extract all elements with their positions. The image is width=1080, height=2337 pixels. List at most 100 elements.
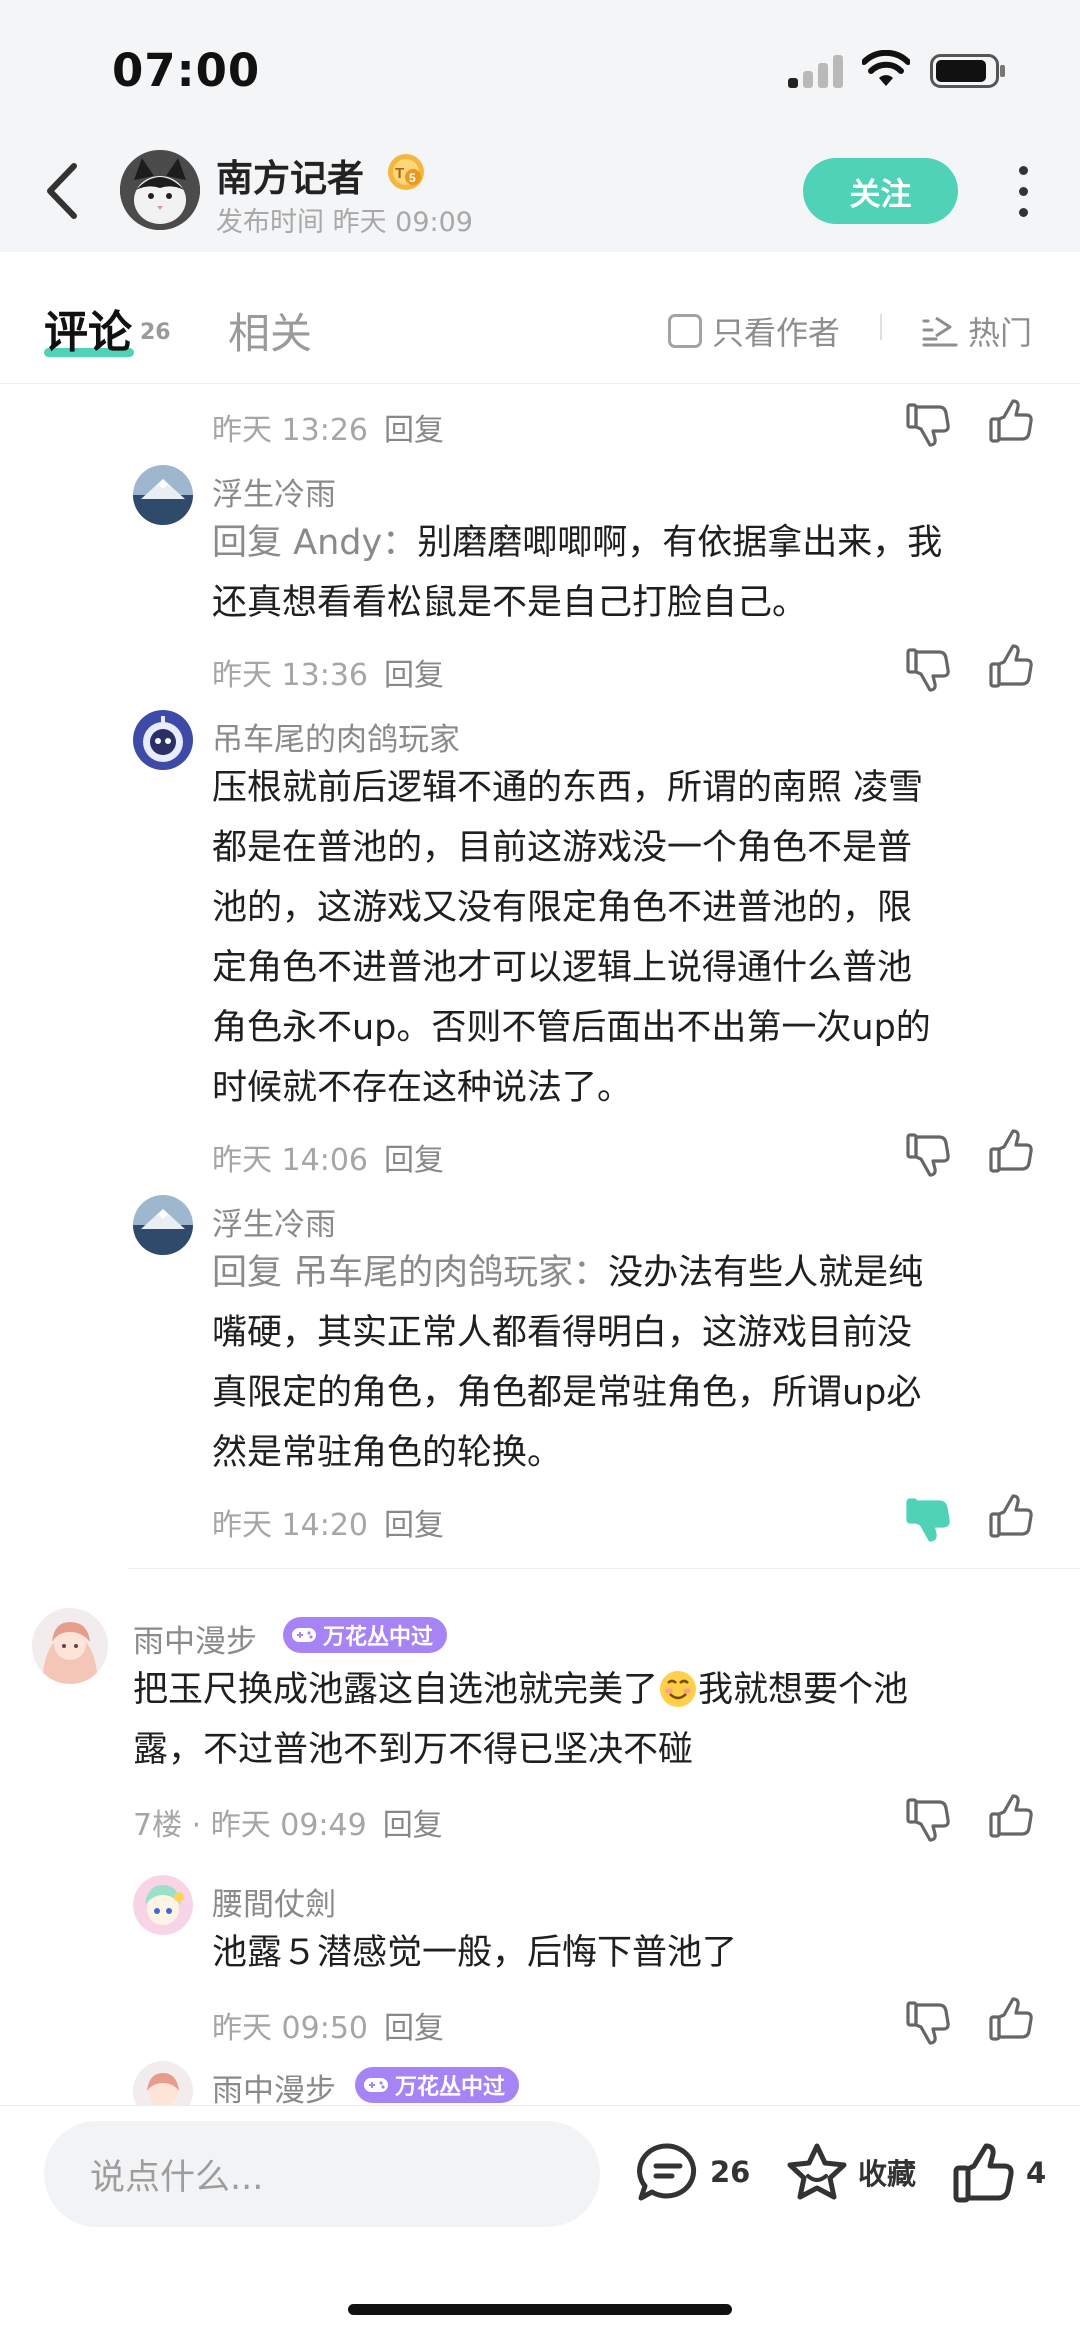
publish-time: 发布时间 昨天 09:09 <box>216 207 473 238</box>
gamepad-icon <box>292 1628 316 1642</box>
user-tag-label: 万花丛中过 <box>395 2075 506 2100</box>
like-icon[interactable] <box>988 1129 1034 1175</box>
dislike-icon[interactable] <box>905 401 951 447</box>
comment-text: 真限定的角色，角色都是常驻角色，所谓up必 <box>212 1373 922 1413</box>
like-count: 4 <box>1026 2156 1047 2190</box>
comment-text: 池露５潜感觉一般，后悔下普池了 <box>212 1933 738 1973</box>
comment-username[interactable]: 浮生冷雨 <box>212 1199 336 1244</box>
like-icon[interactable] <box>988 1997 1034 2043</box>
comments-count: 26 <box>710 2155 751 2189</box>
comment-meta: 7楼 · 昨天 09:49 回复 <box>133 1800 443 1844</box>
sort-label: 热门 <box>968 314 1033 352</box>
comment-text: 别磨磨唧唧啊，有依据拿出来，我 <box>417 523 943 563</box>
user-avatar[interactable] <box>133 1195 193 1255</box>
comment-username[interactable]: 雨中漫步 <box>212 2065 336 2105</box>
author-only-toggle[interactable]: 只看作者 <box>668 308 840 354</box>
user-avatar[interactable] <box>32 1608 108 1684</box>
home-indicator <box>348 2304 732 2315</box>
comment-text: 我就想要个池 <box>698 1670 909 1710</box>
comment-text: 时候就不存在这种说法了。 <box>212 1068 633 1108</box>
comment-text: 露，不过普池不到万不得已坚决不碰 <box>133 1730 694 1770</box>
comments-button[interactable]: 26 <box>636 2142 750 2202</box>
comment-text: 没办法有些人就是纯 <box>608 1253 924 1293</box>
comment-username[interactable]: 腰間仗劍 <box>212 1879 336 1924</box>
user-tag-label: 万花丛中过 <box>323 1625 434 1650</box>
reply-button[interactable]: 回复 <box>384 658 444 693</box>
comment-body: 回复 吊车尾的肉鸽玩家：没办法有些人就是纯 嘴硬，其实正常人都看得明白，这游戏目… <box>212 1243 1052 1483</box>
comment-body: 压根就前后逻辑不通的东西，所谓的南照 凌雪 都是在普池的，目前这游戏没一个角色不… <box>212 758 1052 1118</box>
comment-text: 把玉尺换成池露这自选池就完美了 <box>133 1670 659 1710</box>
comment-time: 昨天 14:06 <box>212 1143 368 1178</box>
comment-bubble-icon <box>637 2143 697 2201</box>
comment-meta: 昨天 14:06 回复 <box>212 1135 444 1179</box>
comment-username[interactable]: 吊车尾的肉鸽玩家 <box>212 714 460 759</box>
comment-body: 回复 Andy：别磨磨唧唧啊，有依据拿出来，我 还真想看看松鼠是不是自己打脸自己… <box>212 513 1052 633</box>
reply-button[interactable]: 回复 <box>384 1508 444 1543</box>
svg-text:5: 5 <box>409 171 416 185</box>
tab-comments[interactable]: 评论 <box>44 296 132 360</box>
reply-prefix: 回复 Andy： <box>212 523 418 563</box>
reply-button[interactable]: 回复 <box>384 2011 444 2046</box>
user-tag: 万花丛中过 <box>355 2067 520 2103</box>
dislike-icon[interactable] <box>905 646 951 692</box>
like-icon[interactable] <box>988 1494 1034 1540</box>
author-name[interactable]: 南方记者 <box>216 148 364 202</box>
star-icon <box>787 2143 847 2200</box>
comment-time: 昨天 13:36 <box>212 658 368 693</box>
comment-feed[interactable]: 昨天 13:26 回复 浮生冷雨 回复 Andy：别磨磨唧唧啊，有依据拿出来，我 … <box>0 385 1080 2105</box>
back-icon[interactable] <box>40 158 86 224</box>
dislike-icon[interactable] <box>905 1999 951 2045</box>
comment-username[interactable]: 雨中漫步 <box>133 1616 257 1661</box>
comment-text: 压根就前后逻辑不通的东西，所谓的南照 凌雪 <box>212 768 924 808</box>
follow-button[interactable]: 关注 <box>803 158 958 224</box>
reply-button[interactable]: 回复 <box>384 1143 444 1178</box>
favorite-button[interactable]: 收藏 <box>786 2142 916 2202</box>
comment-text: 然是常驻角色的轮换。 <box>212 1433 563 1473</box>
comment-body: 池露５潜感觉一般，后悔下普池了 <box>212 1923 1052 1983</box>
comment-time: 7楼 · 昨天 09:49 <box>133 1808 367 1843</box>
svg-text:T: T <box>395 165 404 182</box>
user-tag: 万花丛中过 <box>283 1617 448 1653</box>
comment-text: 池的，这游戏又没有限定角色不进普池的，限 <box>212 888 913 928</box>
divider <box>880 314 882 340</box>
favorite-label: 收藏 <box>858 2157 917 2191</box>
user-avatar[interactable] <box>133 1875 193 1935</box>
checkbox-icon[interactable] <box>668 314 702 348</box>
dislike-icon[interactable] <box>905 1796 951 1842</box>
user-avatar[interactable] <box>133 710 193 770</box>
dislike-icon[interactable] <box>905 1131 951 1177</box>
top-bar: 07:00 南方记者 T 5 发布时间 昨天 09:09 关注 <box>0 0 1080 252</box>
dislike-icon-active[interactable] <box>905 1496 951 1542</box>
comment-input[interactable]: 说点什么... <box>44 2121 600 2227</box>
thumbs-up-icon <box>953 2143 1014 2203</box>
comment-time: 昨天 14:20 <box>212 1508 368 1543</box>
author-avatar[interactable] <box>120 150 200 230</box>
more-icon[interactable] <box>1010 166 1036 218</box>
thread-divider <box>128 1568 1080 1569</box>
reply-button[interactable]: 回复 <box>383 1808 443 1843</box>
comment-meta: 昨天 13:26 回复 <box>212 405 444 449</box>
comment-body: 把玉尺换成池露这自选池就完美了 我就想要个池 露，不过普池不到万不得已坚决不碰 <box>133 1660 1053 1780</box>
smile-emoji-icon <box>660 1671 697 1707</box>
user-avatar[interactable] <box>133 2061 193 2105</box>
comment-time: 昨天 09:50 <box>212 2011 368 2046</box>
sort-hot-button[interactable]: 热门 <box>922 308 1032 354</box>
like-icon[interactable] <box>988 1794 1034 1840</box>
comment-time: 昨天 13:26 <box>212 413 368 448</box>
user-avatar[interactable] <box>133 465 193 525</box>
comment-text: 嘴硬，其实正常人都看得明白，这游戏目前没 <box>212 1313 913 1353</box>
level-badge-icon: T 5 <box>388 154 424 190</box>
reply-button[interactable]: 回复 <box>384 413 444 448</box>
comment-meta: 昨天 13:36 回复 <box>212 650 444 694</box>
comment-meta: 昨天 14:20 回复 <box>212 1500 444 1544</box>
like-icon[interactable] <box>988 399 1034 445</box>
comment-username[interactable]: 浮生冷雨 <box>212 469 336 514</box>
bottom-bar: 说点什么... 26 收藏 4 <box>0 2105 1080 2337</box>
comment-count: 26 <box>140 320 171 345</box>
tab-bar: 评论 26 相关 只看作者 热门 <box>0 252 1080 384</box>
comment-text: 还真想看看松鼠是不是自己打脸自己。 <box>212 583 808 623</box>
comment-text: 角色永不up。否则不管后面出不出第一次up的 <box>212 1008 931 1048</box>
like-post-button[interactable]: 4 <box>952 2142 1046 2204</box>
like-icon[interactable] <box>988 644 1034 690</box>
tab-related[interactable]: 相关 <box>228 300 312 361</box>
